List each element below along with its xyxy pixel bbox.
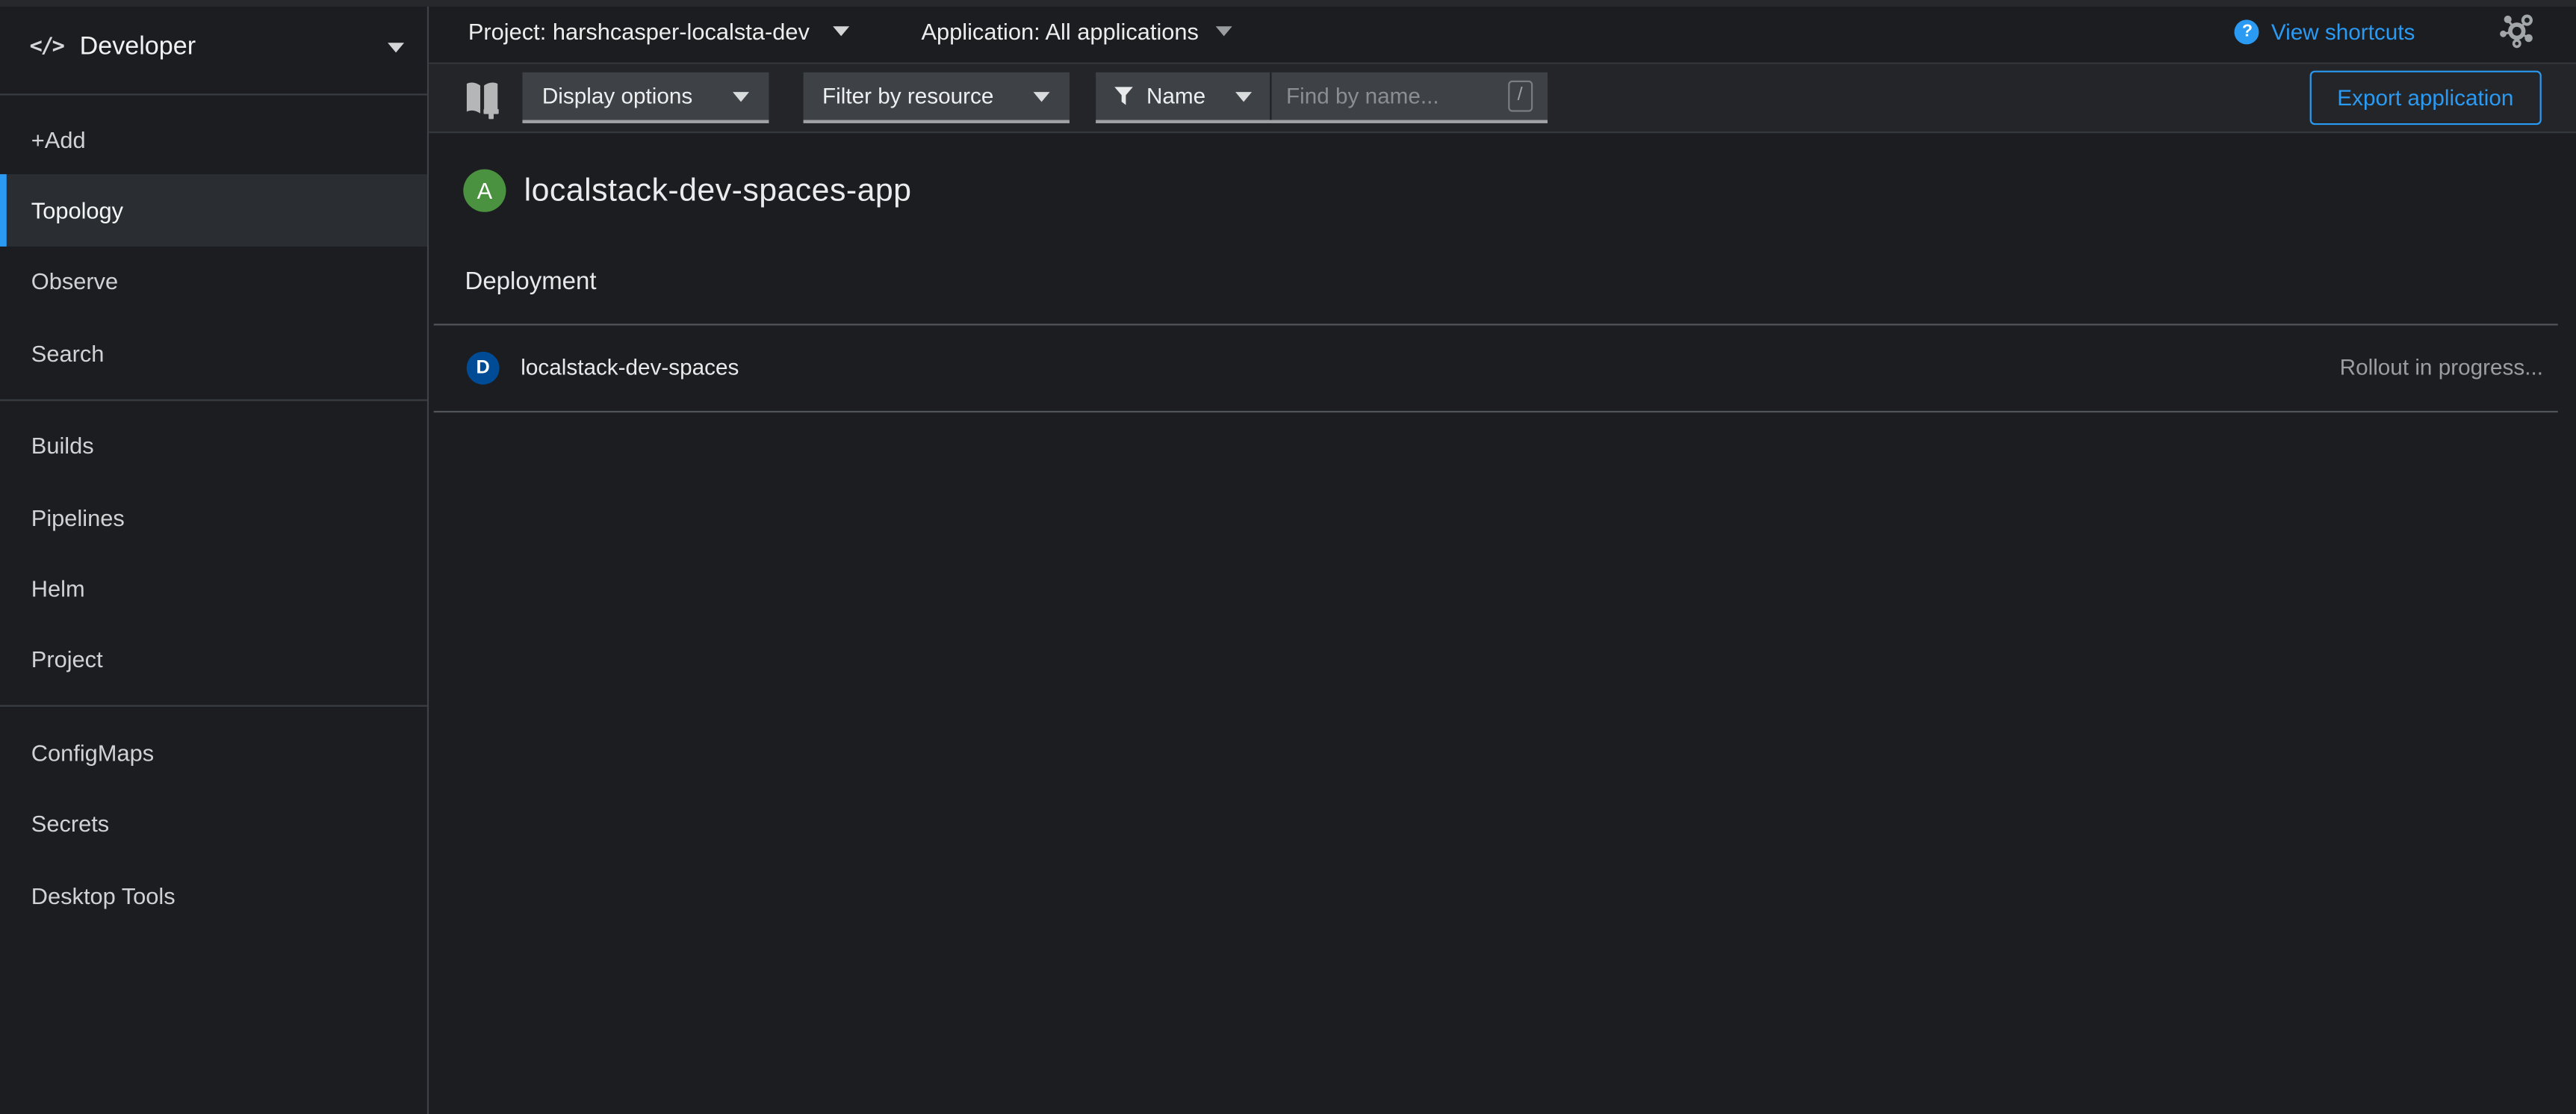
topology-toolbar: Display options Filter by resource Name [429,64,2576,133]
sidebar-item-label: Search [31,340,105,366]
chevron-down-icon [1033,91,1049,101]
context-bar: Project: harshcasper-localsta-dev Applic… [429,0,2576,64]
resource-kind-heading: Deployment [465,268,2575,296]
sidebar-item-label: Builds [31,433,94,459]
main-area: Project: harshcasper-localsta-dev Applic… [429,0,2576,1114]
sidebar-divider [0,705,427,707]
sidebar-item-helm[interactable]: Helm [0,553,427,624]
filter-by-resource-dropdown[interactable]: Filter by resource [803,72,1070,123]
deployment-badge: D [467,351,500,384]
view-shortcuts-label: View shortcuts [2271,19,2415,43]
slash-key-hint: / [1507,80,1532,112]
sidebar: </> Developer +Add Topology Observe Sear… [0,0,429,1114]
application-name: localstack-dev-spaces-app [524,172,912,210]
application-menu[interactable]: Application: All applications [921,18,1231,44]
display-options-dropdown[interactable]: Display options [522,72,768,123]
sidebar-item-label: Secrets [31,811,109,837]
sidebar-item-secrets[interactable]: Secrets [0,788,427,859]
sidebar-item-label: Desktop Tools [31,882,176,908]
find-by-name-input[interactable] [1286,84,1501,108]
code-icon: </> [30,34,63,59]
quick-add-guide-icon[interactable] [463,76,501,119]
display-options-label: Display options [542,84,692,108]
name-filter-group: Name / [1096,72,1548,123]
sidebar-item-label: ConfigMaps [31,739,154,765]
chevron-down-icon [1215,26,1232,36]
name-filter-dropdown[interactable]: Name [1096,72,1270,120]
chevron-down-icon [388,42,404,52]
chevron-down-icon [1235,91,1252,101]
export-application-button[interactable]: Export application [2309,71,2542,126]
sidebar-item-label: Project [31,646,103,672]
filter-icon [1114,85,1133,107]
sidebar-item-add[interactable]: +Add [0,104,427,175]
topology-list-view: A localstack-dev-spaces-app Deployment D… [429,170,2576,412]
sidebar-divider [0,399,427,400]
sidebar-item-label: Pipelines [31,504,125,530]
context-bar-right: ? View shortcuts [2235,10,2576,52]
sidebar-item-search[interactable]: Search [0,318,427,389]
find-by-name-wrapper: / [1271,72,1548,120]
project-menu-label: Project: harshcasper-localsta-dev [468,18,810,44]
resource-list: D localstack-dev-spaces Rollout in progr… [434,324,2558,412]
name-filter-label: Name [1146,84,1205,108]
sidebar-item-label: Helm [31,575,85,601]
sidebar-item-desktop-tools[interactable]: Desktop Tools [0,859,427,930]
rollout-status: Rollout in progress... [2340,356,2543,380]
sidebar-nav: +Add Topology Observe Search Builds Pipe… [0,96,427,931]
sidebar-item-label: +Add [31,126,86,152]
view-shortcuts-link[interactable]: ? View shortcuts [2235,19,2415,43]
sidebar-item-label: Observe [31,269,118,295]
help-icon: ? [2235,19,2259,43]
openshift-console: </> Developer +Add Topology Observe Sear… [0,0,2576,1114]
topology-view-icon[interactable] [2495,10,2538,52]
chevron-down-icon [732,91,748,101]
filter-by-resource-label: Filter by resource [822,84,993,108]
deployment-name[interactable]: localstack-dev-spaces [521,356,739,380]
perspective-switcher[interactable]: </> Developer [0,0,427,96]
sidebar-item-observe[interactable]: Observe [0,246,427,317]
perspective-label: Developer [80,32,388,62]
chevron-down-icon [833,26,849,36]
application-menu-label: Application: All applications [921,18,1198,44]
deployment-row[interactable]: D localstack-dev-spaces Rollout in progr… [434,324,2558,412]
sidebar-item-label: Topology [31,197,123,223]
project-menu[interactable]: Project: harshcasper-localsta-dev [468,18,849,44]
sidebar-item-pipelines[interactable]: Pipelines [0,481,427,552]
sidebar-item-builds[interactable]: Builds [0,410,427,481]
window-top-edge [0,0,2576,7]
sidebar-item-configmaps[interactable]: ConfigMaps [0,717,427,787]
sidebar-item-project[interactable]: Project [0,624,427,695]
sidebar-item-topology[interactable]: Topology [0,175,427,246]
application-badge: A [463,170,506,212]
application-group-header[interactable]: A localstack-dev-spaces-app [463,170,2576,212]
